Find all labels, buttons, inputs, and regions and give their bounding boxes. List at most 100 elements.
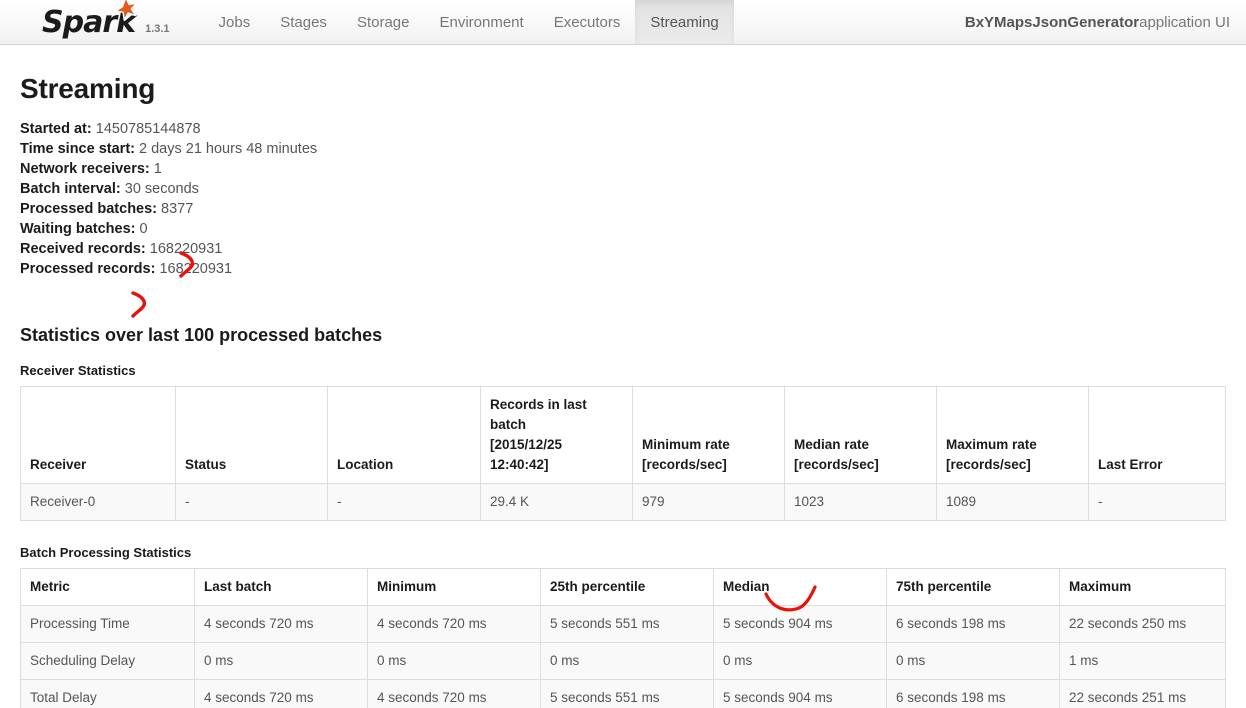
cell-location: - [327, 482, 481, 521]
summary-label-time-since-start: Time since start: [20, 140, 135, 157]
summary-label-processed-records: Processed records: [20, 260, 156, 277]
batch-col-metric[interactable]: Metric [20, 568, 195, 606]
receiver-col-maximum-rate-label: Maximum rate [records/sec] [946, 437, 1037, 472]
batch-processing-statistics-table: Metric Last batch Minimum 25th percentil… [20, 567, 1226, 708]
receiver-col-median-rate-label: Median rate [records/sec] [794, 437, 879, 472]
records-line-2: batch [490, 416, 527, 432]
summary-value-started-at: 1450785144878 [95, 120, 201, 137]
receiver-col-minimum-rate[interactable]: Minimum rate [records/sec] [632, 386, 785, 484]
statistics-heading: Statistics over last 100 processed batch… [20, 324, 383, 345]
receiver-col-records-last-batch[interactable]: Records in last batch [2015/12/25 12:40:… [480, 386, 633, 484]
batch-col-maximum[interactable]: Maximum [1059, 568, 1226, 606]
median-rate-line-1: Median rate [794, 436, 870, 452]
cell-metric: Processing Time [20, 604, 195, 643]
application-ui-suffix: application UI [1139, 13, 1230, 31]
spark-brand-link[interactable]: Spark 1.3.1 [0, 0, 182, 44]
cell-median: 0 ms [713, 641, 887, 680]
cell-maximum-rate: 1089 [936, 482, 1089, 521]
cell-last-error: - [1088, 482, 1226, 521]
cell-p25: 0 ms [540, 641, 714, 680]
navbar: Spark 1.3.1 Jobs Stages Storage Environm… [0, 0, 1246, 45]
summary-item-received-records: Received records: 168220931 [20, 239, 1226, 259]
cell-maximum: 22 seconds 251 ms [1059, 678, 1226, 708]
max-rate-line-1: Maximum rate [946, 436, 1037, 452]
cell-minimum: 4 seconds 720 ms [367, 604, 541, 643]
batch-col-median[interactable]: Median [713, 568, 887, 606]
nav-item-executors[interactable]: Executors [539, 0, 636, 44]
cell-p75: 0 ms [886, 641, 1060, 680]
summary-label-network-receivers: Network receivers: [20, 160, 150, 177]
receiver-table-head: Receiver Status Location Records in last… [20, 386, 1226, 484]
batch-col-last-batch[interactable]: Last batch [194, 568, 368, 606]
nav-item-jobs[interactable]: Jobs [204, 0, 266, 44]
records-line-1: Records in last [490, 396, 587, 412]
cell-median: 5 seconds 904 ms [713, 678, 887, 708]
receiver-col-location[interactable]: Location [327, 386, 481, 484]
summary-item-processed-records: Processed records: 168220931 [20, 259, 1226, 279]
cell-metric: Total Delay [20, 678, 195, 708]
batch-table-body: Processing Time 4 seconds 720 ms 4 secon… [20, 604, 1226, 708]
batch-processing-statistics-title: Batch Processing Statistics [20, 544, 192, 560]
spark-star-icon [113, 0, 139, 22]
summary-item-time-since-start: Time since start: 2 days 21 hours 48 min… [20, 139, 1226, 159]
summary-item-processed-batches: Processed batches: 8377 [20, 199, 1226, 219]
summary-value-waiting-batches: 0 [139, 220, 148, 237]
spark-logo: Spark [42, 0, 138, 38]
receiver-col-last-error-label: Last Error [1098, 456, 1163, 472]
summary-label-processed-batches: Processed batches: [20, 200, 158, 217]
cell-last-batch: 4 seconds 720 ms [194, 678, 368, 708]
nav-link-storage[interactable]: Storage [342, 0, 425, 44]
nav-link-executors[interactable]: Executors [539, 0, 636, 44]
cell-status: - [175, 482, 328, 521]
summary-value-processed-batches: 8377 [161, 200, 194, 217]
receiver-col-receiver[interactable]: Receiver [20, 386, 176, 484]
receiver-col-last-error[interactable]: Last Error [1088, 386, 1226, 484]
min-rate-line-2: [records/sec] [642, 456, 727, 472]
nav-link-streaming[interactable]: Streaming [635, 0, 734, 44]
summary-value-received-records: 168220931 [149, 240, 223, 257]
batch-col-25th-percentile[interactable]: 25th percentile [540, 568, 714, 606]
page-content: Streaming Started at: 1450785144878 Time… [0, 73, 1246, 708]
receiver-col-minimum-rate-label: Minimum rate [records/sec] [642, 437, 730, 472]
nav-link-environment[interactable]: Environment [424, 0, 538, 44]
nav-item-storage[interactable]: Storage [342, 0, 425, 44]
cell-last-batch: 0 ms [194, 641, 368, 680]
summary-item-batch-interval: Batch interval: 30 seconds [20, 179, 1226, 199]
application-name: BxYMapsJsonGenerator [964, 13, 1140, 31]
batch-col-75th-percentile[interactable]: 75th percentile [886, 568, 1060, 606]
nav-link-jobs[interactable]: Jobs [204, 0, 266, 44]
cell-records-last-batch: 29.4 K [480, 482, 633, 521]
receiver-col-receiver-label: Receiver [30, 456, 87, 472]
batch-col-minimum[interactable]: Minimum [367, 568, 541, 606]
cell-maximum: 22 seconds 250 ms [1059, 604, 1226, 643]
receiver-table-body: Receiver-0 - - 29.4 K 979 1023 1089 - [20, 482, 1226, 521]
main-nav: Jobs Stages Storage Environment Executor… [204, 0, 734, 44]
nav-item-stages[interactable]: Stages [265, 0, 342, 44]
application-ui-label: BxYMapsJsonGenerator application UI [965, 0, 1246, 44]
receiver-table-header-row: Receiver Status Location Records in last… [20, 386, 1226, 484]
nav-item-streaming[interactable]: Streaming [635, 0, 734, 44]
cell-minimum: 4 seconds 720 ms [367, 678, 541, 708]
receiver-statistics-title: Receiver Statistics [20, 363, 136, 379]
cell-last-batch: 4 seconds 720 ms [194, 604, 368, 643]
table-row: Receiver-0 - - 29.4 K 979 1023 1089 - [20, 482, 1226, 521]
max-rate-line-2: [records/sec] [946, 456, 1031, 472]
cell-p75: 6 seconds 198 ms [886, 604, 1060, 643]
cell-p25: 5 seconds 551 ms [540, 604, 714, 643]
cell-p25: 5 seconds 551 ms [540, 678, 714, 708]
nav-item-environment[interactable]: Environment [424, 0, 538, 44]
waiting-batches-bracket-mark [128, 290, 154, 320]
batch-table-head: Metric Last batch Minimum 25th percentil… [20, 568, 1226, 606]
receiver-col-status[interactable]: Status [175, 386, 328, 484]
cell-metric: Scheduling Delay [20, 641, 195, 680]
summary-value-network-receivers: 1 [153, 160, 162, 177]
cell-median: 5 seconds 904 ms [713, 604, 887, 643]
table-row: Total Delay 4 seconds 720 ms 4 seconds 7… [20, 678, 1226, 708]
nav-link-stages[interactable]: Stages [265, 0, 342, 44]
receiver-col-maximum-rate[interactable]: Maximum rate [records/sec] [936, 386, 1089, 484]
receiver-col-median-rate[interactable]: Median rate [records/sec] [784, 386, 937, 484]
cell-minimum: 0 ms [367, 641, 541, 680]
spark-version-label: 1.3.1 [145, 23, 170, 35]
cell-receiver: Receiver-0 [20, 482, 176, 521]
median-rate-line-2: [records/sec] [794, 456, 879, 472]
